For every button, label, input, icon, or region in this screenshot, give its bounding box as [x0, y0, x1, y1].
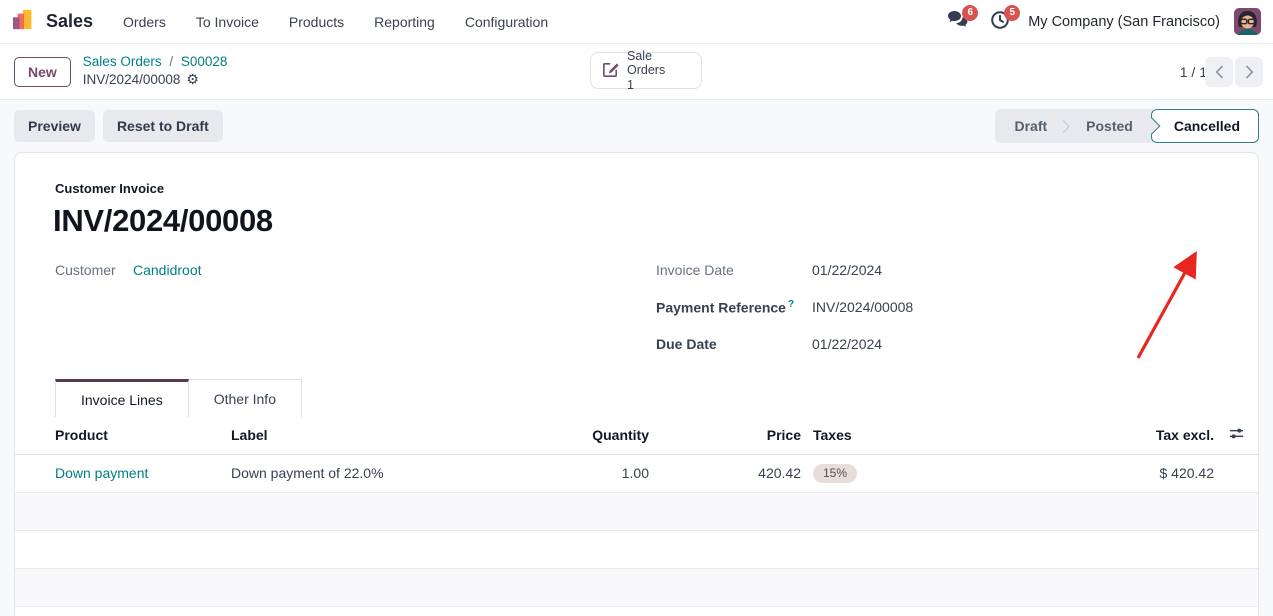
- breadcrumb-row: New Sales Orders / S00028 INV/2024/00008…: [0, 44, 1273, 100]
- breadcrumb: Sales Orders / S00028 INV/2024/00008 ⚙: [83, 54, 228, 88]
- breadcrumb-sales-orders[interactable]: Sales Orders: [83, 54, 162, 69]
- sales-app-logo-icon: [12, 9, 36, 34]
- invoice-line-row[interactable]: Down payment Down payment of 22.0% 1.00 …: [15, 454, 1258, 492]
- status-control-row: Preview Reset to Draft Draft Posted Canc…: [0, 100, 1273, 152]
- header-product: Product: [15, 417, 231, 454]
- reset-to-draft-button[interactable]: Reset to Draft: [103, 110, 223, 142]
- user-avatar[interactable]: [1234, 8, 1261, 35]
- chevron-left-icon: [1215, 65, 1224, 79]
- status-cancelled-active[interactable]: Cancelled: [1151, 109, 1259, 143]
- due-date-label: Due Date: [656, 336, 812, 352]
- smart-button-count: 1: [627, 78, 691, 92]
- header-price: Price: [649, 417, 801, 454]
- activities-badge: 5: [1004, 5, 1020, 21]
- menu-reporting[interactable]: Reporting: [362, 6, 447, 38]
- empty-row: [15, 530, 1258, 568]
- pager-previous-button[interactable]: [1205, 57, 1233, 87]
- header-quantity: Quantity: [521, 417, 649, 454]
- preview-button[interactable]: Preview: [14, 110, 95, 142]
- invoice-date-value: 01/22/2024: [812, 262, 882, 278]
- top-navbar: Sales Orders To Invoice Products Reporti…: [0, 0, 1273, 44]
- invoice-date-label: Invoice Date: [656, 262, 812, 278]
- menu-configuration[interactable]: Configuration: [453, 6, 560, 38]
- menu-to-invoice[interactable]: To Invoice: [184, 6, 271, 38]
- chevron-right-icon: [1245, 65, 1254, 79]
- line-label: Down payment of 22.0%: [231, 454, 521, 492]
- app-name[interactable]: Sales: [46, 11, 93, 32]
- header-taxes: Taxes: [801, 417, 1051, 454]
- statusbar: Draft Posted Cancelled: [995, 109, 1260, 143]
- menu-products[interactable]: Products: [277, 6, 356, 38]
- sale-orders-smart-button[interactable]: Sale Orders 1: [590, 52, 702, 89]
- invoice-fields: Invoice Date 01/22/2024 Payment Referenc…: [656, 262, 913, 373]
- invoice-form-sheet: Customer Invoice INV/2024/00008 Customer…: [14, 152, 1259, 616]
- line-tax-excl: $ 420.42: [1051, 454, 1214, 492]
- smart-button-label: Sale Orders: [627, 49, 691, 78]
- empty-row: [15, 492, 1258, 530]
- activities-button[interactable]: 5: [986, 9, 1014, 35]
- help-question-icon: ?: [788, 299, 794, 310]
- line-tax-badge: 15%: [813, 464, 857, 483]
- table-header-row: Product Label Quantity Price Taxes Tax e…: [15, 417, 1258, 454]
- gear-icon[interactable]: ⚙: [186, 71, 199, 89]
- breadcrumb-current: INV/2024/00008: [83, 72, 181, 89]
- pager-indicator[interactable]: 1 / 1: [1180, 44, 1207, 100]
- payment-reference-value: INV/2024/00008: [812, 299, 913, 315]
- sliders-icon: [1228, 425, 1245, 442]
- tab-invoice-lines[interactable]: Invoice Lines: [55, 379, 189, 417]
- customer-link[interactable]: Candidroot: [133, 262, 202, 278]
- messages-badge: 6: [962, 5, 978, 21]
- content-area: Preview Reset to Draft Draft Posted Canc…: [0, 100, 1273, 616]
- optional-columns-button[interactable]: [1214, 417, 1258, 454]
- invoice-number-title: INV/2024/00008: [53, 203, 273, 239]
- pager-next-button[interactable]: [1235, 57, 1263, 87]
- due-date-value: 01/22/2024: [812, 336, 882, 352]
- status-draft[interactable]: Draft: [999, 118, 1064, 134]
- breadcrumb-s00028[interactable]: S00028: [181, 54, 228, 69]
- app-menu[interactable]: Sales: [12, 9, 111, 34]
- empty-row: [15, 606, 1258, 616]
- doc-type-label: Customer Invoice: [55, 181, 164, 196]
- header-tax-excl: Tax excl.: [1051, 417, 1214, 454]
- menu-orders[interactable]: Orders: [111, 6, 178, 38]
- messages-button[interactable]: 6: [944, 9, 972, 35]
- payment-reference-label: Payment Reference?: [656, 299, 812, 316]
- tab-other-info[interactable]: Other Info: [189, 379, 302, 417]
- breadcrumb-separator: /: [169, 54, 173, 69]
- empty-row: [15, 568, 1258, 606]
- line-product-link[interactable]: Down payment: [55, 465, 148, 481]
- company-switcher[interactable]: My Company (San Francisco): [1028, 14, 1220, 30]
- status-posted[interactable]: Posted: [1070, 118, 1149, 134]
- edit-pencil-icon: [601, 60, 620, 82]
- customer-label: Customer: [55, 262, 133, 278]
- line-quantity: 1.00: [521, 454, 649, 492]
- header-label: Label: [231, 417, 521, 454]
- invoice-lines-table: Product Label Quantity Price Taxes Tax e…: [15, 417, 1258, 616]
- new-button[interactable]: New: [14, 57, 71, 87]
- notebook-tabs: Invoice Lines Other Info: [55, 379, 1258, 417]
- line-price: 420.42: [649, 454, 801, 492]
- main-menu: Orders To Invoice Products Reporting Con…: [111, 6, 560, 38]
